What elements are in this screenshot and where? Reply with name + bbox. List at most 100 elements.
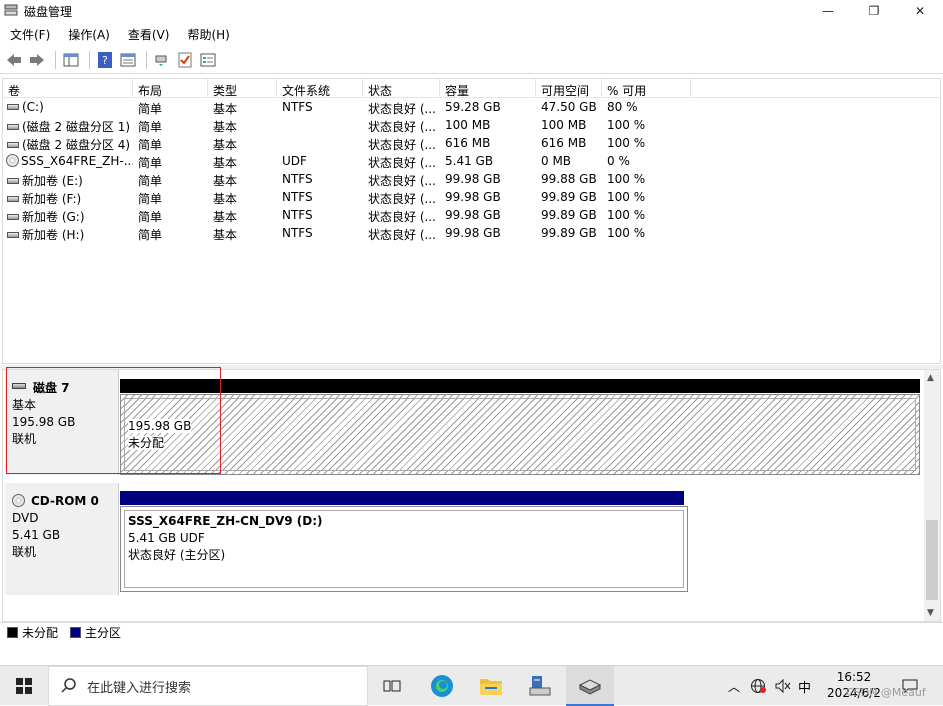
connect-button[interactable] (152, 50, 172, 70)
volume-capacity: 99.98 GB (445, 172, 501, 186)
volume-row[interactable]: (磁盘 2 磁盘分区 1) 简单 基本 状态良好 (... 100 MB 100… (3, 117, 940, 135)
volume-muted-icon[interactable] (774, 678, 792, 694)
search-icon (61, 678, 76, 693)
disk-type: DVD (12, 511, 39, 525)
column-capacity[interactable]: 容量 (440, 79, 536, 98)
disk-state: 联机 (12, 432, 37, 446)
console-tree-button[interactable] (61, 50, 81, 70)
partition-size: 5.41 GB UDF (128, 531, 205, 545)
cdrom-0-label[interactable]: CD-ROM 0 DVD 5.41 GB 联机 (5, 483, 119, 595)
edge-button[interactable] (418, 666, 466, 706)
volume-name: SSS_X64FRE_ZH-... (21, 154, 133, 168)
volume-percent: 100 % (607, 208, 646, 222)
primary-partition-bar (120, 491, 684, 505)
column-status[interactable]: 状态 (363, 79, 440, 98)
menu-action[interactable]: 操作(A) (58, 24, 118, 44)
volume-name: (C:) (22, 100, 44, 114)
volume-free: 99.89 GB (541, 208, 597, 222)
scroll-thumb[interactable] (926, 520, 938, 600)
volume-free: 100 MB (541, 118, 587, 132)
volume-row[interactable]: SSS_X64FRE_ZH-... 简单 基本 UDF 状态良好 (... 5.… (3, 153, 940, 171)
network-icon[interactable] (750, 678, 767, 694)
volume-row[interactable]: 新加卷 (E:) 简单 基本 NTFS 状态良好 (... 99.98 GB 9… (3, 171, 940, 189)
volume-row[interactable]: (磁盘 2 磁盘分区 4) 简单 基本 状态良好 (... 616 MB 616… (3, 135, 940, 153)
volume-type: 基本 (213, 192, 238, 206)
volume-name: 新加卷 (F:) (22, 192, 82, 206)
ime-indicator[interactable]: 中 (798, 677, 811, 696)
volume-capacity: 99.98 GB (445, 190, 501, 204)
settings-button[interactable] (198, 50, 218, 70)
check-button[interactable] (175, 50, 195, 70)
drive-icon (7, 178, 19, 184)
forward-button[interactable] (27, 50, 47, 70)
checklist-icon (178, 52, 192, 67)
minimize-button[interactable]: — (805, 0, 851, 22)
volume-capacity: 99.98 GB (445, 208, 501, 222)
legend: 未分配 主分区 (0, 622, 943, 642)
volume-percent: 80 % (607, 100, 638, 114)
column-layout[interactable]: 布局 (133, 79, 208, 98)
start-button[interactable] (0, 666, 48, 706)
volume-percent: 100 % (607, 118, 646, 132)
volume-percent: 100 % (607, 136, 646, 150)
volume-type: 基本 (213, 228, 238, 242)
legend-unallocated: 未分配 (22, 626, 59, 640)
menu-help[interactable]: 帮助(H) (177, 24, 237, 44)
column-filesystem[interactable]: 文件系统 (277, 79, 363, 98)
close-button[interactable]: ✕ (897, 0, 943, 22)
volume-row[interactable]: 新加卷 (G:) 简单 基本 NTFS 状态良好 (... 99.98 GB 9… (3, 207, 940, 225)
edge-icon (431, 675, 453, 697)
toolbar-separator (146, 50, 147, 69)
system-tray: ︿ 中 (728, 666, 811, 706)
back-button[interactable] (4, 50, 24, 70)
volume-layout: 简单 (138, 210, 163, 224)
primary-partition[interactable]: SSS_X64FRE_ZH-CN_DV9 (D:) 5.41 GB UDF 状态… (120, 506, 688, 592)
volume-layout: 简单 (138, 228, 163, 242)
windows-logo-icon (16, 678, 32, 694)
task-view-button[interactable] (368, 666, 416, 706)
search-placeholder: 在此键入进行搜索 (87, 680, 192, 696)
volume-type: 基本 (213, 138, 238, 152)
column-percent-free[interactable]: % 可用 (602, 79, 691, 98)
title-bar: 磁盘管理 — ❐ ✕ (0, 0, 943, 22)
maximize-button[interactable]: ❐ (851, 0, 897, 22)
volume-row[interactable]: 新加卷 (H:) 简单 基本 NTFS 状态良好 (... 99.98 GB 9… (3, 225, 940, 243)
disk-size: 195.98 GB (12, 415, 76, 429)
volume-filesystem: UDF (282, 154, 307, 168)
volume-name: (磁盘 2 磁盘分区 1) (22, 120, 131, 134)
help-button[interactable]: ? (95, 50, 115, 70)
disk-7-label[interactable]: 磁盘 7 基本 195.98 GB 联机 (5, 370, 119, 475)
taskbar-search[interactable]: 在此键入进行搜索 (48, 666, 368, 706)
chevron-up-icon[interactable]: ︿ (728, 678, 740, 695)
scroll-down-icon[interactable]: ▼ (927, 608, 934, 618)
volume-percent: 100 % (607, 172, 646, 186)
properties-button[interactable] (118, 50, 138, 70)
volume-filesystem: NTFS (282, 172, 313, 186)
disk-management-taskbar-button[interactable] (566, 666, 614, 706)
server-manager-button[interactable] (516, 666, 564, 706)
column-volume[interactable]: 卷 (3, 79, 133, 98)
menu-file[interactable]: 文件(F) (0, 24, 58, 44)
volume-layout: 简单 (138, 174, 163, 188)
vertical-scrollbar[interactable]: ▲ ▼ (924, 370, 940, 621)
volume-status: 状态良好 (... (368, 174, 436, 188)
volume-row[interactable]: (C:) 简单 基本 NTFS 状态良好 (... 59.28 GB 47.50… (3, 99, 940, 117)
menu-bar: 文件(F) 操作(A) 查看(V) 帮助(H) (0, 24, 238, 44)
disk-name: CD-ROM 0 (31, 494, 99, 508)
column-free-space[interactable]: 可用空间 (536, 79, 602, 98)
partition-name: SSS_X64FRE_ZH-CN_DV9 (D:) (128, 514, 323, 528)
volume-row[interactable]: 新加卷 (F:) 简单 基本 NTFS 状态良好 (... 99.98 GB 9… (3, 189, 940, 207)
volume-name: (磁盘 2 磁盘分区 4) (22, 138, 131, 152)
disk-state: 联机 (12, 545, 37, 559)
menu-view[interactable]: 查看(V) (118, 24, 178, 44)
disk-type: 基本 (12, 398, 37, 412)
file-explorer-button[interactable] (467, 666, 515, 706)
volume-status: 状态良好 (... (368, 120, 436, 134)
unallocated-partition[interactable]: 195.98 GB 未分配 (120, 394, 920, 475)
toolbar-separator (55, 50, 56, 69)
column-type[interactable]: 类型 (208, 79, 277, 98)
volume-filesystem: NTFS (282, 190, 313, 204)
taskbar: 在此键入进行搜索 ︿ 中 16:52 2024/6/2 (0, 665, 943, 706)
scroll-up-icon[interactable]: ▲ (927, 373, 934, 383)
volume-layout: 简单 (138, 102, 163, 116)
